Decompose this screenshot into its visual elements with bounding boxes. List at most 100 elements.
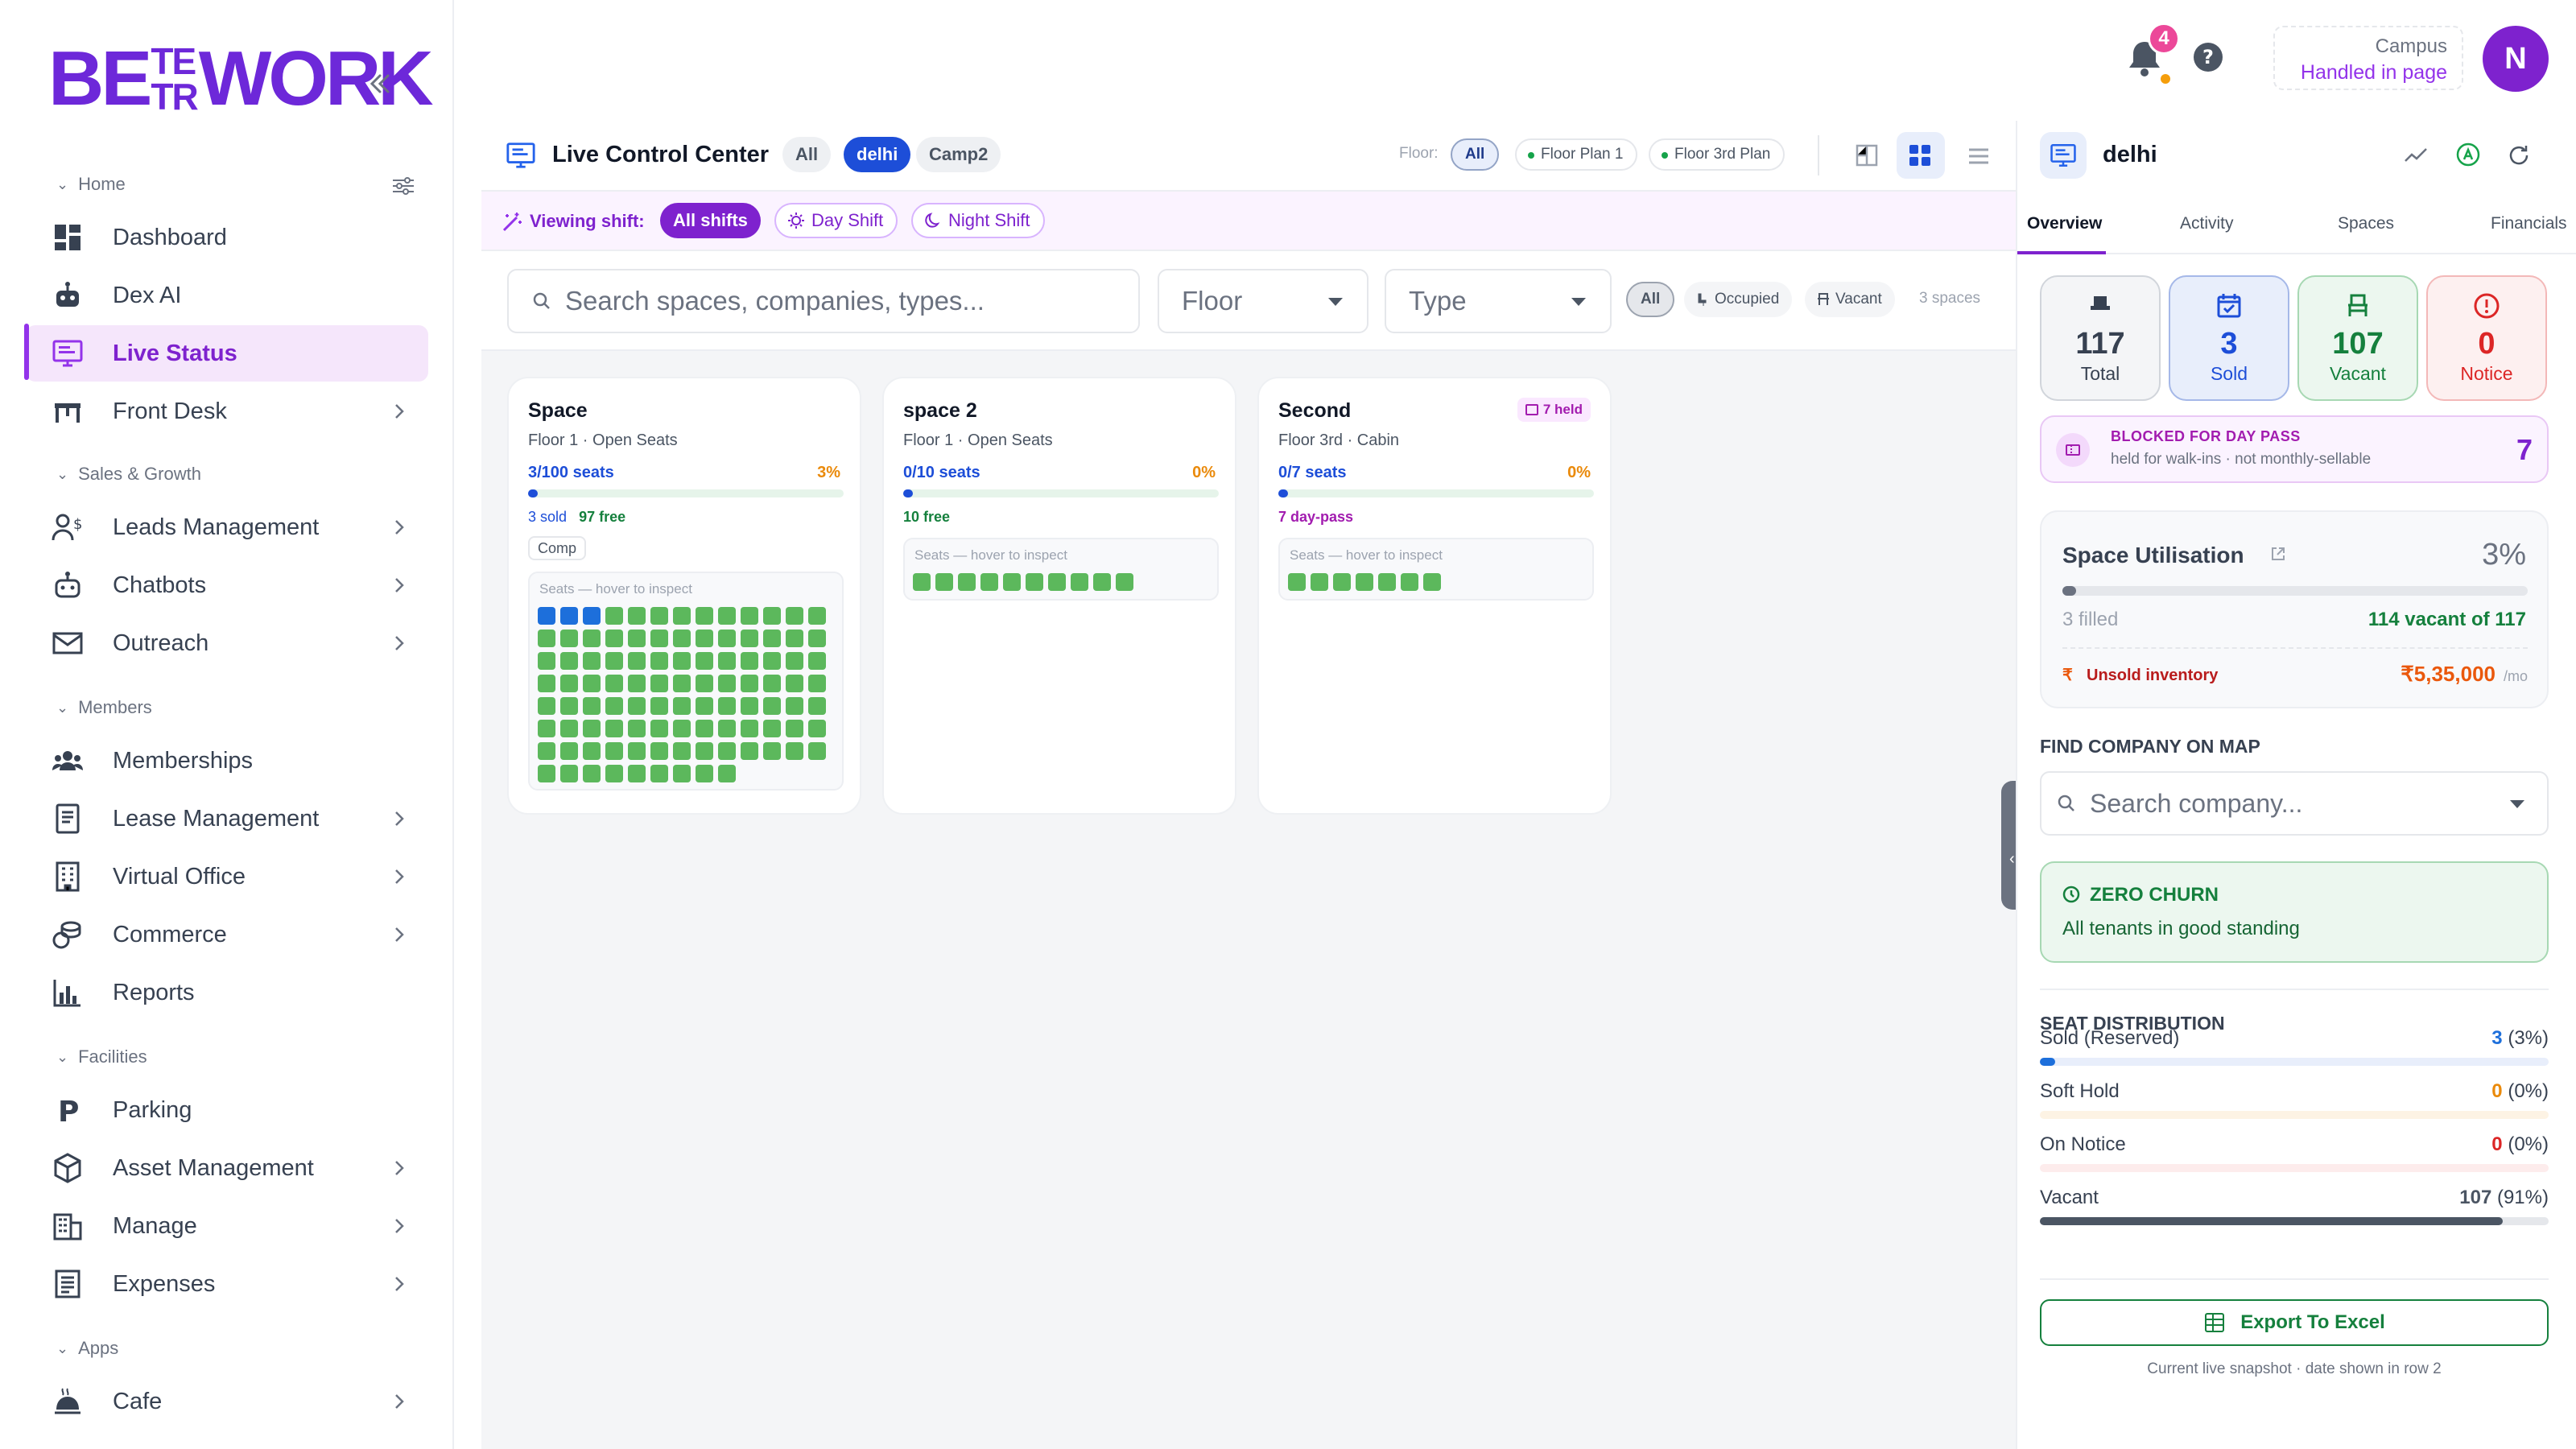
seat-vacant[interactable] (583, 630, 601, 647)
sidebar-item-live-status[interactable]: Live Status (24, 324, 428, 382)
floor-tab-plan-1[interactable]: Floor Plan 1 (1515, 138, 1638, 171)
seat-vacant[interactable] (583, 675, 601, 692)
seat-vacant[interactable] (718, 675, 736, 692)
seat-vacant[interactable] (808, 607, 826, 625)
seat-vacant[interactable] (696, 720, 713, 737)
tab-spaces[interactable]: Spaces (2338, 214, 2394, 233)
seat-vacant[interactable] (650, 765, 668, 782)
seat-vacant[interactable] (1401, 573, 1418, 591)
seat-vacant[interactable] (741, 742, 758, 760)
seat-vacant[interactable] (786, 652, 803, 670)
seat-vacant[interactable] (786, 607, 803, 625)
sidebar-item-cafe[interactable]: Cafe (26, 1373, 428, 1430)
floor-tab-all[interactable]: All (1451, 138, 1500, 171)
refresh-icon[interactable] (2507, 143, 2531, 167)
user-avatar[interactable]: N (2483, 26, 2549, 92)
seat-vacant[interactable] (1093, 573, 1111, 591)
live-status-icon[interactable] (2455, 142, 2481, 167)
seat-vacant[interactable] (808, 742, 826, 760)
seat-vacant[interactable] (696, 742, 713, 760)
tab-overview[interactable]: Overview (2027, 214, 2102, 233)
stat-sold[interactable]: 3 Sold (2169, 275, 2289, 401)
seat-vacant[interactable] (628, 720, 646, 737)
campus-tab-all[interactable]: All (782, 137, 832, 172)
seat-vacant[interactable] (913, 573, 931, 591)
seat-vacant[interactable] (628, 652, 646, 670)
seat-vacant[interactable] (605, 697, 623, 715)
sidebar-item-memberships[interactable]: Memberships (26, 733, 428, 789)
seat-vacant[interactable] (741, 675, 758, 692)
seat-vacant[interactable] (560, 675, 578, 692)
sidebar-item-chatbots[interactable]: Chatbots (26, 557, 428, 613)
sidebar-item-manage[interactable]: Manage (26, 1198, 428, 1254)
seat-vacant[interactable] (673, 765, 691, 782)
search-input[interactable]: Search spaces, companies, types... (507, 269, 1140, 333)
seat-vacant[interactable] (538, 720, 555, 737)
type-select[interactable]: Type (1385, 269, 1612, 333)
seat-vacant[interactable] (786, 742, 803, 760)
section-facilities[interactable]: ⌄ Facilities (56, 1046, 147, 1067)
seat-vacant[interactable] (696, 630, 713, 647)
seat-vacant[interactable] (628, 742, 646, 760)
seat-vacant[interactable] (673, 652, 691, 670)
sidebar-item-dex-ai[interactable]: Dex AI (26, 267, 428, 324)
seat-vacant[interactable] (1071, 573, 1088, 591)
campus-tab-camp2[interactable]: Camp2 (916, 137, 1001, 172)
seat-vacant[interactable] (935, 573, 953, 591)
seat-vacant[interactable] (808, 697, 826, 715)
seat-vacant[interactable] (763, 630, 781, 647)
seat-vacant[interactable] (538, 742, 555, 760)
sidebar-item-expenses[interactable]: Expenses (26, 1256, 428, 1312)
seat-vacant[interactable] (786, 720, 803, 737)
seat-vacant[interactable] (650, 675, 668, 692)
seat-vacant[interactable] (763, 607, 781, 625)
seat-vacant[interactable] (605, 630, 623, 647)
space-card[interactable]: space 2 Floor 1 · Open Seats 0/10 seats … (882, 377, 1236, 815)
seat-vacant[interactable] (538, 630, 555, 647)
seat-vacant[interactable] (718, 630, 736, 647)
status-filter-occupied[interactable]: Occupied (1684, 282, 1793, 317)
seat-vacant[interactable] (741, 652, 758, 670)
seat-vacant[interactable] (763, 675, 781, 692)
sidebar-item-asset-management[interactable]: Asset Management (26, 1140, 428, 1196)
seat-vacant[interactable] (583, 765, 601, 782)
seat-sold[interactable] (538, 607, 555, 625)
seat-vacant[interactable] (583, 652, 601, 670)
seat-vacant[interactable] (560, 697, 578, 715)
stat-notice[interactable]: 0 Notice (2426, 275, 2547, 401)
day-shift-button[interactable]: Day Shift (774, 203, 898, 238)
sidebar-item-dashboard[interactable]: Dashboard (26, 209, 428, 266)
seat-vacant[interactable] (628, 607, 646, 625)
seat-vacant[interactable] (808, 720, 826, 737)
seat-vacant[interactable] (673, 607, 691, 625)
seat-vacant[interactable] (718, 720, 736, 737)
seat-vacant[interactable] (605, 720, 623, 737)
seat-vacant[interactable] (763, 720, 781, 737)
seat-vacant[interactable] (696, 607, 713, 625)
seat-vacant[interactable] (718, 607, 736, 625)
seat-vacant[interactable] (673, 720, 691, 737)
seat-vacant[interactable] (605, 742, 623, 760)
seat-vacant[interactable] (605, 652, 623, 670)
seat-vacant[interactable] (538, 652, 555, 670)
space-card[interactable]: Space Floor 1 · Open Seats 3/100 seats 3… (507, 377, 861, 815)
seat-vacant[interactable] (583, 742, 601, 760)
seat-vacant[interactable] (718, 652, 736, 670)
section-members[interactable]: ⌄ Members (56, 697, 152, 718)
section-home[interactable]: ⌄ Home (56, 174, 126, 195)
stat-vacant[interactable]: 107 Vacant (2297, 275, 2418, 401)
seat-vacant[interactable] (538, 697, 555, 715)
seat-vacant[interactable] (560, 630, 578, 647)
sidebar-item-leads-management[interactable]: $ Leads Management (26, 499, 428, 555)
seat-vacant[interactable] (560, 652, 578, 670)
seat-vacant[interactable] (718, 742, 736, 760)
seat-vacant[interactable] (673, 742, 691, 760)
seat-vacant[interactable] (696, 765, 713, 782)
stat-total[interactable]: 117 Total (2040, 275, 2161, 401)
sidebar-item-lease-management[interactable]: Lease Management (26, 791, 428, 847)
seat-vacant[interactable] (1026, 573, 1043, 591)
tab-financials[interactable]: Financials (2491, 214, 2567, 233)
seat-vacant[interactable] (1003, 573, 1021, 591)
status-filter-all[interactable]: All (1626, 282, 1675, 317)
seat-vacant[interactable] (786, 697, 803, 715)
